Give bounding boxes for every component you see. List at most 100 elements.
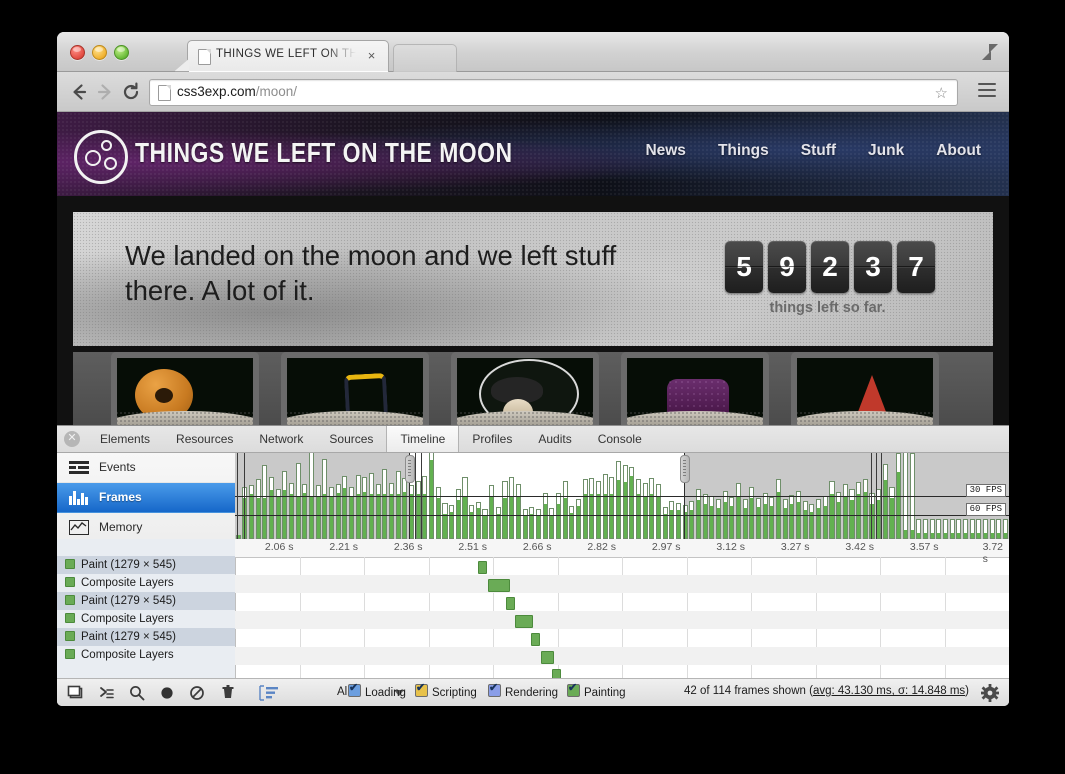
frame-bar xyxy=(936,519,941,539)
frame-bar xyxy=(789,495,794,539)
frame-bar xyxy=(863,479,868,539)
timeline-event-bar[interactable] xyxy=(488,579,510,592)
timeline-event-bar[interactable] xyxy=(531,633,540,646)
browser-tab-active[interactable]: THINGS WE LEFT ON THE MOON × xyxy=(187,40,389,72)
filter-checkbox-rendering[interactable]: Rendering xyxy=(488,684,558,699)
timeline-overview: Events Frames Memory 3 xyxy=(57,453,1009,540)
record-label-row[interactable]: Composite Layers xyxy=(57,646,235,664)
fullscreen-expand-icon[interactable] xyxy=(981,43,999,61)
record-label-row[interactable]: Paint (1279 × 545) xyxy=(57,592,235,610)
overview-mode-frames[interactable]: Frames xyxy=(57,483,235,513)
nav-link-things[interactable]: Things xyxy=(718,142,769,160)
tab-title: THINGS WE LEFT ON THE MOON xyxy=(216,48,356,65)
ruler-tick: 2.36 s xyxy=(394,541,429,553)
tab-resources[interactable]: Resources xyxy=(163,426,246,452)
filter-checkbox-scripting[interactable]: Scripting xyxy=(415,684,477,699)
tab-network[interactable]: Network xyxy=(246,426,316,452)
record-label-row[interactable]: Paint (1279 × 545) xyxy=(57,556,235,574)
record-label-row[interactable]: Paint (1279 × 545) xyxy=(57,628,235,646)
search-icon[interactable] xyxy=(128,684,146,702)
frame-divider xyxy=(881,453,882,539)
frame-bar xyxy=(829,481,834,539)
console-drawer-icon[interactable] xyxy=(98,684,116,702)
filter-checkbox-loading[interactable]: Loading xyxy=(348,684,406,699)
url-path: /moon/ xyxy=(256,84,297,99)
ruler-tick: 2.06 s xyxy=(265,541,300,553)
timeline-event-bar[interactable] xyxy=(552,669,561,678)
frame-divider xyxy=(871,453,872,539)
moon-crater xyxy=(85,150,101,166)
tab-console[interactable]: Console xyxy=(585,426,655,452)
frame-bar xyxy=(256,479,261,539)
thumbnail-bagel[interactable] xyxy=(111,352,259,427)
address-bar[interactable]: css3exp.com/moon/ ☆ xyxy=(149,79,958,106)
close-window-button[interactable] xyxy=(70,45,85,60)
moon-logo-icon xyxy=(74,130,128,184)
browser-menu-icon[interactable] xyxy=(978,83,996,98)
devtools-panel: ✕ Elements Resources Network Sources Tim… xyxy=(57,425,1009,706)
tab-profiles[interactable]: Profiles xyxy=(459,426,525,452)
gear-icon[interactable] xyxy=(981,684,999,702)
frame-bar xyxy=(990,519,995,539)
thumbnail-cat-in-helmet[interactable] xyxy=(451,352,599,427)
reload-button[interactable] xyxy=(120,81,142,103)
thumbnail-yellow-clip[interactable] xyxy=(281,352,429,427)
nav-link-about[interactable]: About xyxy=(936,142,981,160)
filter-checkbox-painting[interactable]: Painting xyxy=(567,684,626,699)
frame-bar xyxy=(349,487,354,539)
record-label-row[interactable]: Composite Layers xyxy=(57,574,235,592)
status-stats-link[interactable]: avg: 43.130 ms, σ: 14.848 ms xyxy=(813,685,965,697)
frame-bar xyxy=(549,508,554,539)
devtools-close-icon[interactable]: ✕ xyxy=(64,431,80,447)
filter-icon[interactable] xyxy=(257,684,281,702)
tab-elements[interactable]: Elements xyxy=(87,426,163,452)
record-icon[interactable] xyxy=(158,684,176,702)
tab-favicon-icon xyxy=(198,49,211,65)
timeline-event-bar[interactable] xyxy=(541,651,555,664)
overview-mode-events[interactable]: Events xyxy=(57,453,235,483)
new-tab-button[interactable] xyxy=(393,44,457,72)
minimize-window-button[interactable] xyxy=(92,45,107,60)
frame-bar xyxy=(823,496,828,539)
tab-timeline[interactable]: Timeline xyxy=(386,426,459,452)
thumbnail-purple-chair[interactable] xyxy=(621,352,769,427)
bookmark-star-icon[interactable]: ☆ xyxy=(935,84,948,102)
tab-close-icon[interactable]: × xyxy=(365,49,378,62)
record-label: Composite Layers xyxy=(81,649,174,661)
page-document-icon xyxy=(158,85,171,101)
timeline-event-bar[interactable] xyxy=(478,561,487,574)
selection-handle-left[interactable] xyxy=(405,455,415,483)
frame-bar xyxy=(669,501,674,539)
timeline-event-bar[interactable] xyxy=(515,615,532,628)
page-viewport: THINGS WE LEFT ON THE MOON News Things S… xyxy=(57,112,1009,706)
record-lane xyxy=(235,665,1009,678)
trash-icon[interactable] xyxy=(219,684,237,702)
record-label: Paint (1279 × 545) xyxy=(81,595,176,607)
browser-window: THINGS WE LEFT ON THE MOON × css3exp.com… xyxy=(57,32,1009,706)
counter-digit: 3 xyxy=(854,241,892,293)
timeline-event-bar[interactable] xyxy=(506,597,515,610)
frames-chart[interactable]: 30 FPS60 FPS xyxy=(235,453,1009,539)
dock-side-icon[interactable] xyxy=(67,684,85,702)
frame-bar xyxy=(916,519,921,539)
nav-link-stuff[interactable]: Stuff xyxy=(801,142,836,160)
back-button[interactable] xyxy=(68,81,90,103)
tab-audits[interactable]: Audits xyxy=(525,426,584,452)
frame-bar xyxy=(856,482,861,539)
maximize-window-button[interactable] xyxy=(114,45,129,60)
nav-link-junk[interactable]: Junk xyxy=(868,142,904,160)
frame-bar xyxy=(269,477,274,539)
filter-label: Scripting xyxy=(432,687,477,699)
clear-icon[interactable] xyxy=(188,684,206,702)
thumbnail-gnome-hat[interactable] xyxy=(791,352,939,427)
thumbnail-strip xyxy=(73,352,993,432)
tab-sources[interactable]: Sources xyxy=(316,426,386,452)
nav-link-news[interactable]: News xyxy=(645,142,686,160)
selection-handle-right[interactable] xyxy=(680,455,690,483)
record-label-row[interactable]: Composite Layers xyxy=(57,610,235,628)
forward-button[interactable] xyxy=(94,81,116,103)
frame-bar xyxy=(629,467,634,539)
frame-bar xyxy=(369,473,374,539)
frame-bar xyxy=(883,464,888,539)
frame-bar xyxy=(469,505,474,539)
